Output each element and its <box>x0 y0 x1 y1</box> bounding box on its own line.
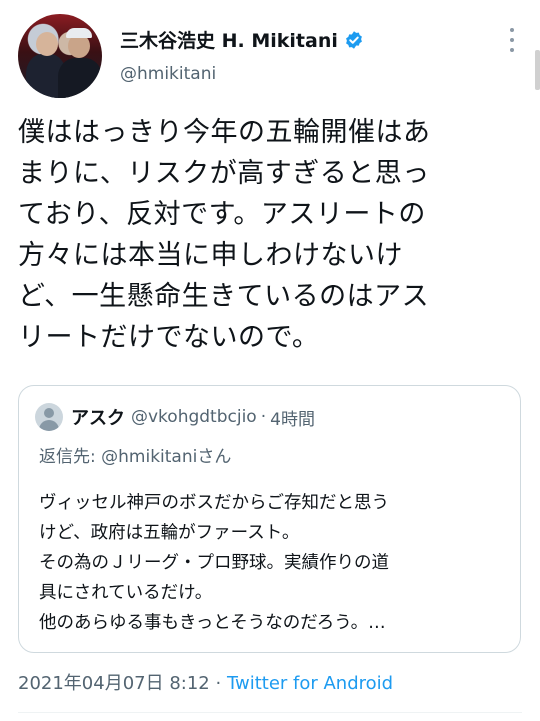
author-handle[interactable]: @hmikitani <box>120 64 216 84</box>
tweet-text-line: まりに、リスクが高すぎると思っ <box>18 158 430 189</box>
more-options-icon[interactable] <box>502 28 522 52</box>
quoted-tweet-text: ヴィッセル神戸のボスだからご存知だと思う けど、政府は五輪がファースト。 その為… <box>39 488 509 638</box>
verified-badge-icon <box>345 30 362 49</box>
quoted-timestamp[interactable]: 4時間 <box>270 405 315 430</box>
tweet-meta: 2021年04月07日 8:12 · Twitter for Android <box>18 669 393 695</box>
tweet-text-line: 方々には本当に申しわけないけ <box>18 240 403 271</box>
author-avatar[interactable] <box>18 14 102 98</box>
tweet-text-line: 僕ははっきり今年の五輪開催はあ <box>18 117 431 148</box>
quoted-author-avatar[interactable] <box>35 403 63 431</box>
quoted-text-line: ヴィッセル神戸のボスだからご存知だと思う <box>39 493 389 513</box>
separator-dot: · <box>260 407 267 427</box>
tweet-timestamp[interactable]: 2021年04月07日 8:12 <box>18 673 210 694</box>
scrollbar[interactable] <box>535 50 540 90</box>
divider <box>18 712 522 713</box>
author-name-row[interactable]: 三木谷浩史 H. Mikitani <box>120 26 364 53</box>
quoted-author-name[interactable]: アスク <box>71 404 125 430</box>
quoted-author-handle[interactable]: @vkohgdtbcjio <box>131 407 257 427</box>
quoted-tweet-card[interactable]: アスク @vkohgdtbcjio · 4時間 返信先: @hmikitaniさ… <box>18 385 521 653</box>
quoted-text-line: 具にされているだけ。 <box>39 583 213 603</box>
tweet-text-line: ており、反対です。アスリートの <box>18 199 426 230</box>
quoted-text-line: 他のあらゆる事もきっとそうなのだろう。… <box>39 613 386 633</box>
reply-to-label: 返信先: @hmikitaniさん <box>39 447 232 467</box>
tweet-text: 僕ははっきり今年の五輪開催はあ まりに、リスクが高すぎると思っ ており、反対です… <box>18 112 524 358</box>
tweet-header: 三木谷浩史 H. Mikitani @hmikitani <box>18 14 522 98</box>
quoted-tweet-header: アスク @vkohgdtbcjio · 4時間 <box>35 403 315 431</box>
quoted-text-line: けど、政府は五輪がファースト。 <box>39 523 300 543</box>
quoted-text-line: その為のＪリーグ・プロ野球。実績作りの道 <box>39 553 389 573</box>
tweet-text-line: ど、一生懸命生きているのはアス <box>18 281 430 312</box>
separator-dot: · <box>215 673 222 694</box>
tweet-source-link[interactable]: Twitter for Android <box>227 673 393 694</box>
tweet-text-line: リートだけでないので。 <box>18 322 320 353</box>
author-display-name[interactable]: 三木谷浩史 H. Mikitani <box>120 26 338 53</box>
